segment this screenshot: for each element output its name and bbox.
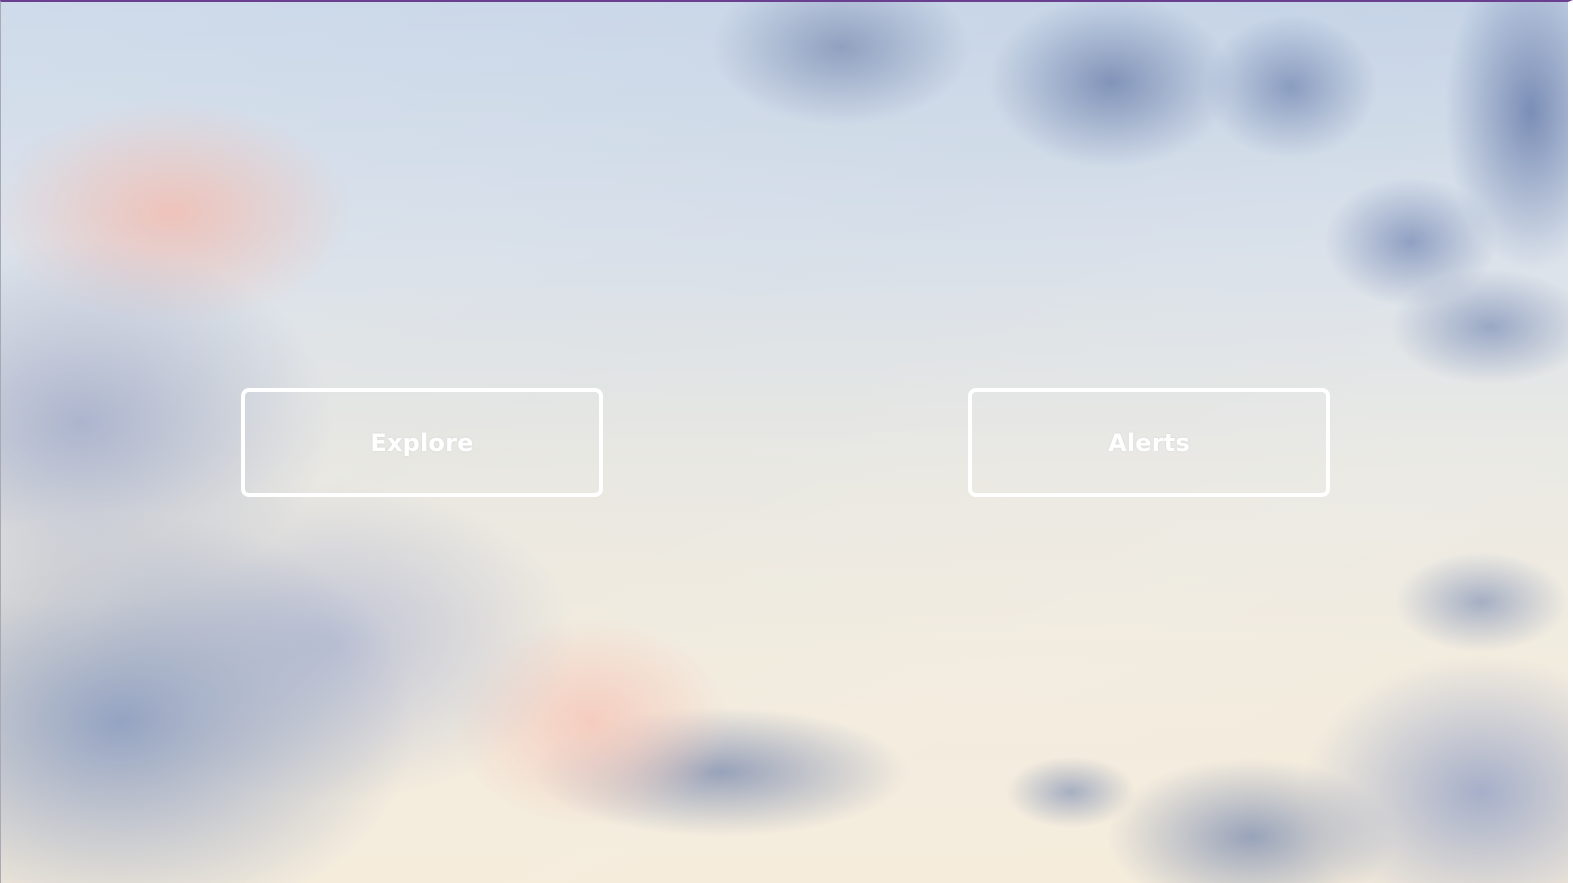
sky-background (1, 2, 1568, 883)
alerts-button-label: Alerts (1108, 428, 1190, 457)
explore-button-label: Explore (370, 428, 474, 457)
alerts-button[interactable]: Alerts (968, 388, 1330, 497)
explore-button[interactable]: Explore (241, 388, 603, 497)
app-screen: Explore Alerts (0, 0, 1573, 883)
